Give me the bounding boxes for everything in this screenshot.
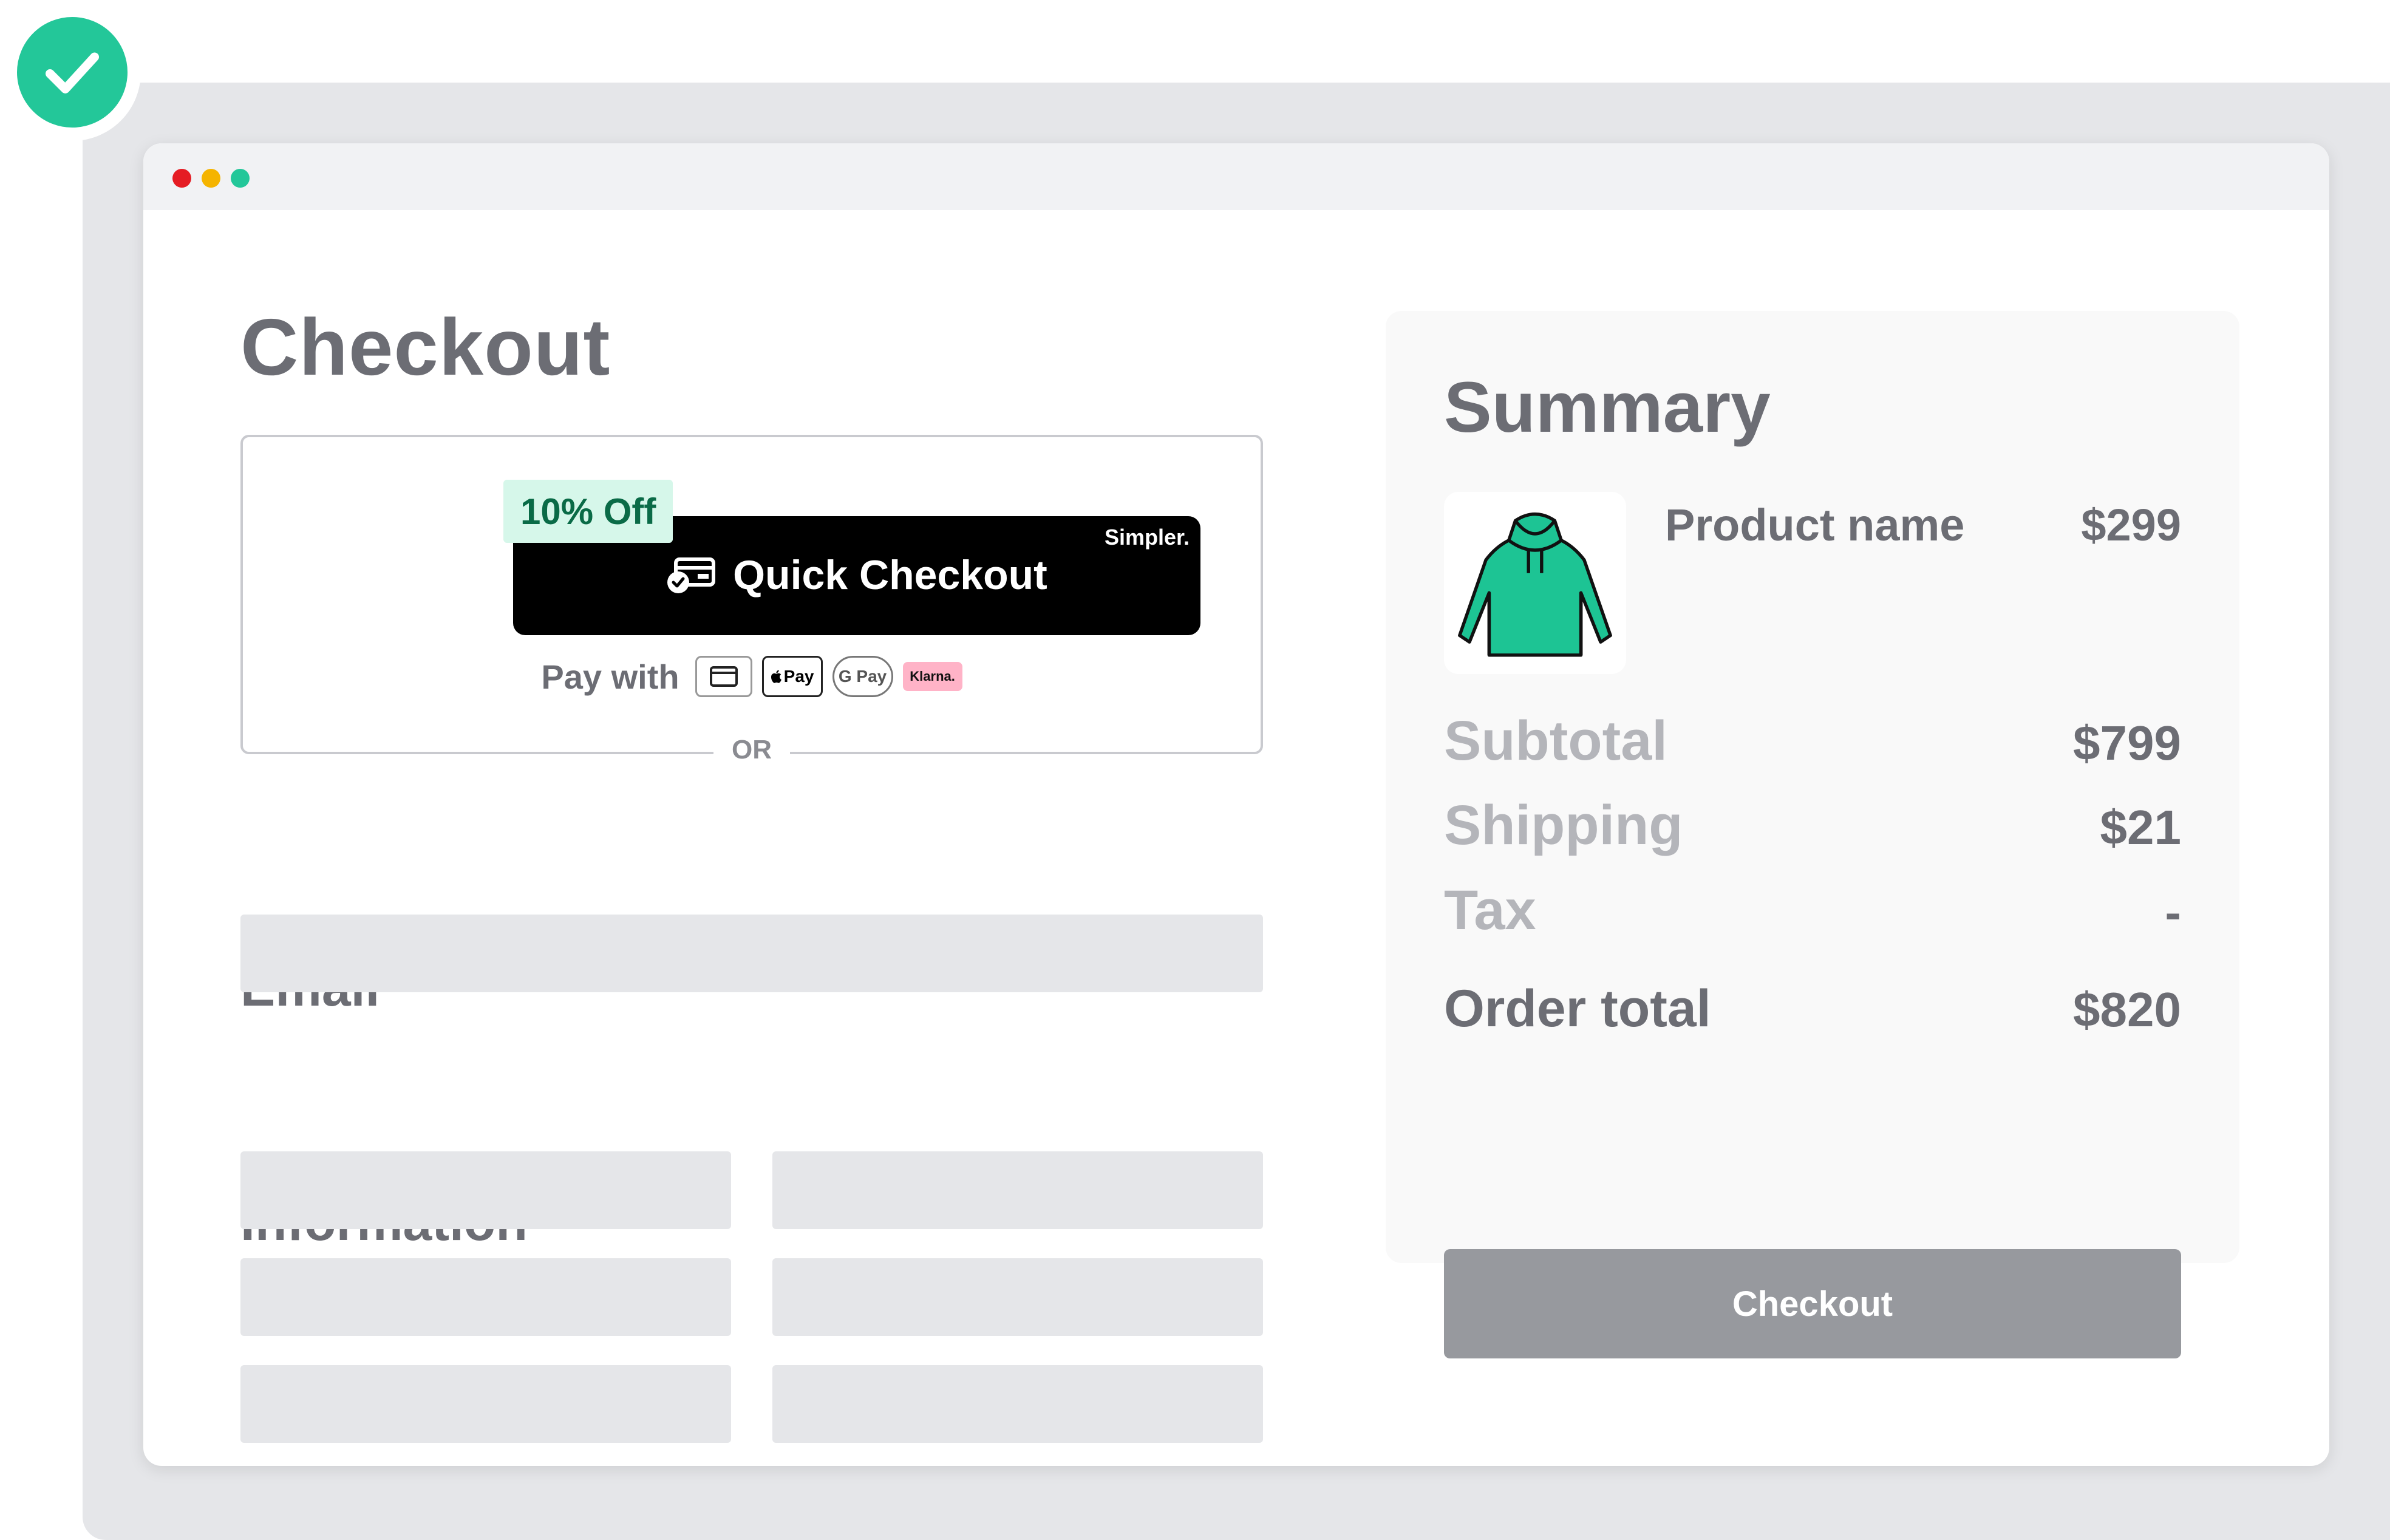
or-divider: OR <box>243 735 1261 765</box>
info-field-6[interactable] <box>772 1365 1263 1443</box>
pay-with-label: Pay with <box>541 657 679 696</box>
info-field-2[interactable] <box>772 1151 1263 1229</box>
minimize-window-dot[interactable] <box>202 169 220 188</box>
browser-window: Checkout Simpler. Quick Checkout 10% Off… <box>143 143 2329 1466</box>
klarna-label: Klarna. <box>910 669 955 684</box>
order-total-row: Order total $820 <box>1444 979 2181 1039</box>
quick-checkout-panel: Simpler. Quick Checkout 10% Off Pay with <box>240 435 1263 765</box>
google-pay-label: G Pay <box>838 667 887 686</box>
apple-pay-label: Pay <box>783 667 814 686</box>
quick-checkout-label: Quick Checkout <box>733 552 1047 598</box>
card-check-icon <box>667 557 716 593</box>
success-badge <box>4 4 141 141</box>
maximize-window-dot[interactable] <box>231 169 250 188</box>
info-field-4[interactable] <box>772 1258 1263 1336</box>
card-payment-method <box>695 656 752 697</box>
info-field-5[interactable] <box>240 1365 731 1443</box>
quick-checkout-content: Quick Checkout <box>513 551 1200 599</box>
email-input[interactable] <box>240 915 1263 992</box>
simpler-brand: Simpler. <box>1104 525 1190 550</box>
info-field-1[interactable] <box>240 1151 731 1229</box>
summary-title: Summary <box>1444 367 1771 448</box>
shipping-label: Shipping <box>1444 794 1683 856</box>
subtotal-label: Subtotal <box>1444 710 1667 772</box>
tax-value: - <box>2165 885 2181 939</box>
close-window-dot[interactable] <box>172 169 191 188</box>
subtotal-value: $799 <box>2073 716 2181 770</box>
product-price: $299 <box>2081 500 2181 550</box>
or-label: OR <box>713 735 790 765</box>
tax-label: Tax <box>1444 879 1536 941</box>
shipping-row: Shipping $21 <box>1444 794 2181 857</box>
hoodie-icon <box>1458 513 1612 657</box>
order-total-value: $820 <box>2073 983 2181 1037</box>
tax-row: Tax - <box>1444 879 2181 942</box>
order-total-label: Order total <box>1444 980 1711 1038</box>
shipping-value: $21 <box>2100 800 2181 854</box>
apple-icon <box>771 670 781 683</box>
page-title: Checkout <box>240 302 611 392</box>
subtotal-row: Subtotal $799 <box>1444 709 2181 773</box>
credit-card-icon <box>709 666 738 687</box>
checkout-button[interactable]: Checkout <box>1444 1249 2181 1358</box>
payment-methods: Pay with Pay G Pay Klarna. <box>243 656 1261 697</box>
klarna-method: Klarna. <box>902 662 962 691</box>
apple-pay-method: Pay <box>761 656 823 697</box>
checkmark-icon <box>46 52 99 94</box>
window-titlebar <box>143 143 2329 210</box>
discount-badge: 10% Off <box>503 480 673 543</box>
product-name: Product name <box>1665 500 1965 550</box>
google-pay-method: G Pay <box>832 656 893 697</box>
order-summary-panel: Summary Product name $299 Subtotal $799 … <box>1386 311 2239 1358</box>
info-field-3[interactable] <box>240 1258 731 1336</box>
product-thumbnail <box>1444 492 1626 674</box>
